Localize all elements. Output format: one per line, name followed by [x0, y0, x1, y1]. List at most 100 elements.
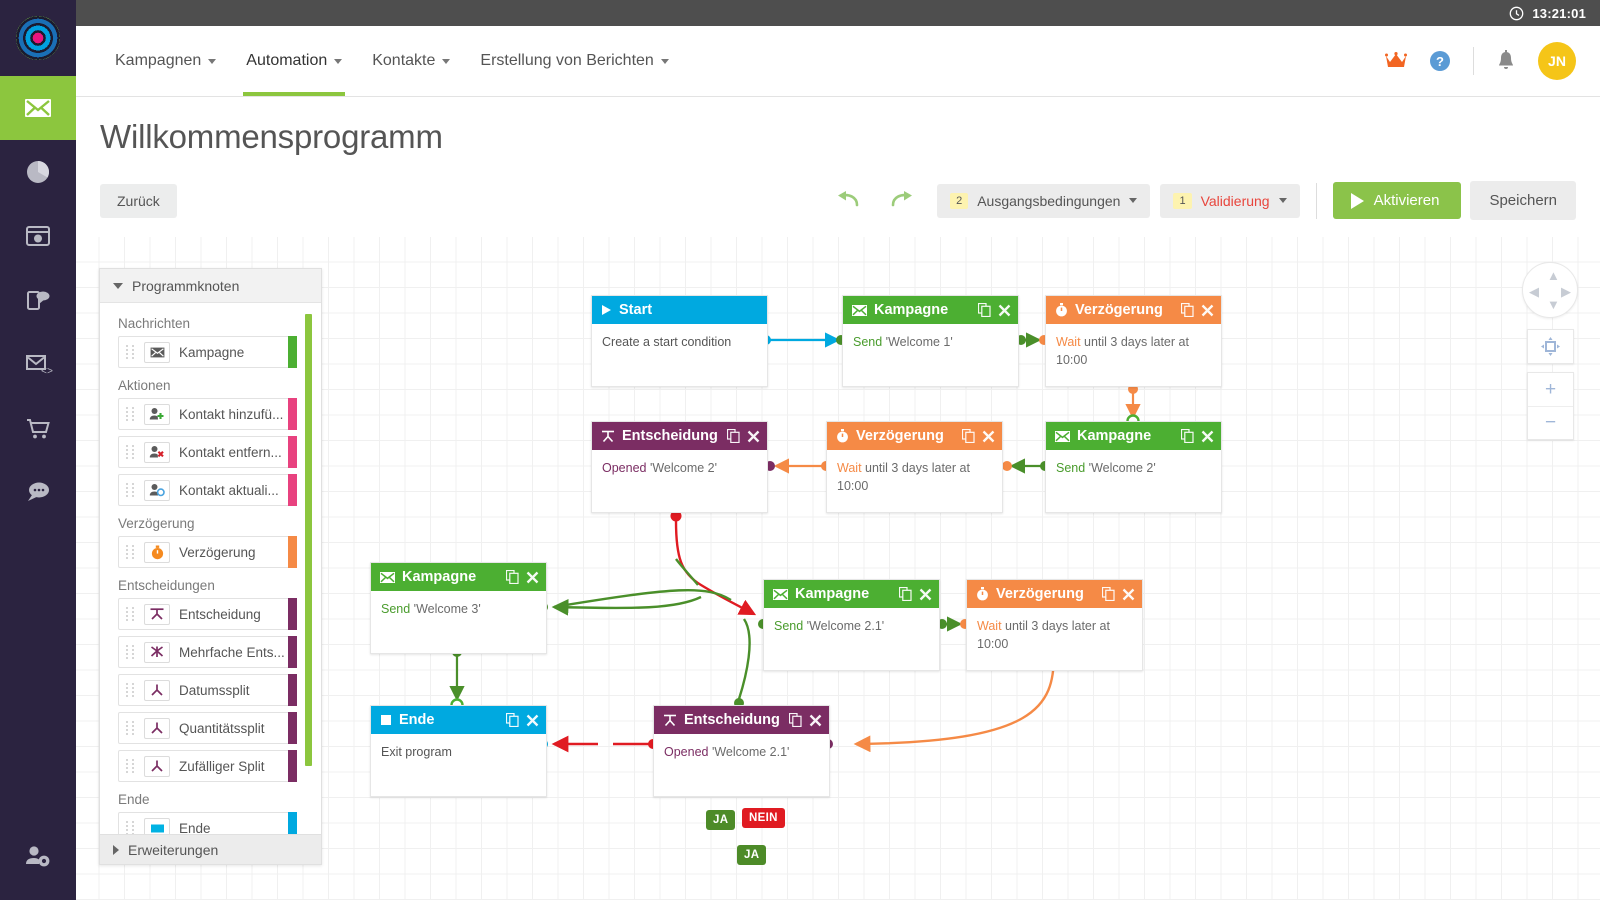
- stop-square-icon: [144, 817, 170, 834]
- palette-item-kontakt-entfernen[interactable]: Kontakt entfern...: [118, 436, 297, 468]
- validation-dropdown[interactable]: 1 Validierung: [1160, 183, 1300, 218]
- palette-item-kampagne[interactable]: Kampagne: [118, 336, 297, 368]
- palette-item-quantitaetssplit[interactable]: Quantitätssplit: [118, 712, 297, 744]
- chevron-right-icon: [113, 844, 119, 855]
- brand-logo[interactable]: [0, 0, 76, 76]
- flow-node-ende[interactable]: Ende Exit program: [370, 705, 547, 797]
- exit-conditions-dropdown[interactable]: 2 Ausgangsbedingungen: [937, 183, 1151, 218]
- nav-item-berichte[interactable]: Erstellung von Berichten: [465, 26, 683, 96]
- sidebar-item-user-settings[interactable]: [0, 824, 76, 888]
- undo-button[interactable]: [823, 183, 875, 218]
- close-icon[interactable]: [1201, 430, 1214, 443]
- nav-item-kampagnen[interactable]: Kampagnen: [100, 26, 231, 96]
- sidebar-item-transactional[interactable]: <>: [0, 332, 76, 396]
- close-icon[interactable]: [809, 714, 822, 727]
- close-icon[interactable]: [526, 571, 539, 584]
- sidebar-item-landing-pages[interactable]: [0, 204, 76, 268]
- canvas-pan-control[interactable]: ▲ ◀ ▶ ▼: [1522, 262, 1578, 318]
- close-icon[interactable]: [1122, 588, 1135, 601]
- node-body: Wait until 3 days later at 10:00: [837, 461, 970, 494]
- close-icon[interactable]: [919, 588, 932, 601]
- avatar[interactable]: JN: [1538, 42, 1576, 80]
- flow-node-kampagne-welcome-3[interactable]: Kampagne Send 'Welcome 3': [370, 562, 547, 654]
- drag-handle-icon[interactable]: [126, 407, 138, 421]
- duplicate-icon[interactable]: [962, 429, 975, 443]
- redo-arrow-icon: [891, 191, 913, 207]
- flow-node-start[interactable]: Start Create a start condition: [591, 295, 768, 387]
- zoom-out-button[interactable]: −: [1528, 406, 1573, 439]
- edge-label-nein-1[interactable]: NEIN: [742, 808, 785, 828]
- edge-label-ja-1[interactable]: JA: [706, 810, 736, 830]
- palette-scrollbar-thumb[interactable]: [305, 314, 312, 766]
- pan-down-icon[interactable]: ▼: [1547, 297, 1560, 312]
- sidebar-item-mobile-push[interactable]: [0, 268, 76, 332]
- drag-handle-icon[interactable]: [126, 345, 138, 359]
- fit-to-screen-icon[interactable]: [1528, 330, 1573, 363]
- bell-icon[interactable]: [1496, 50, 1516, 72]
- palette-extensions-section[interactable]: Erweiterungen: [100, 834, 321, 864]
- drag-handle-icon[interactable]: [126, 545, 138, 559]
- duplicate-icon[interactable]: [506, 713, 519, 727]
- sidebar-item-analytics[interactable]: [0, 140, 76, 204]
- activate-button[interactable]: Aktivieren: [1332, 182, 1462, 219]
- flow-node-kampagne-welcome-2[interactable]: Kampagne Send 'Welcome 2': [1045, 421, 1222, 513]
- flow-node-entscheidung-welcome-2-1[interactable]: Entscheidung Opened 'Welcome 2.1': [653, 705, 830, 797]
- sidebar-item-ecommerce[interactable]: [0, 396, 76, 460]
- palette-item-ende[interactable]: Ende: [118, 812, 297, 834]
- save-button[interactable]: Speichern: [1470, 181, 1576, 220]
- duplicate-icon[interactable]: [1181, 303, 1194, 317]
- automation-canvas[interactable]: JA NEIN JA NEIN Start Create a start con…: [76, 237, 1600, 900]
- drag-handle-icon[interactable]: [126, 445, 138, 459]
- close-icon[interactable]: [982, 430, 995, 443]
- duplicate-icon[interactable]: [978, 303, 991, 317]
- zoom-in-button[interactable]: +: [1528, 373, 1573, 406]
- flow-node-entscheidung-welcome-2[interactable]: Entscheidung Opened 'Welcome 2': [591, 421, 768, 513]
- node-body: Send 'Welcome 2': [1056, 461, 1156, 475]
- pan-right-icon[interactable]: ▶: [1561, 284, 1571, 300]
- drag-handle-icon[interactable]: [126, 821, 138, 834]
- close-icon[interactable]: [526, 714, 539, 727]
- flow-node-verzogerung-1[interactable]: Verzögerung Wait until 3 days later at 1…: [1045, 295, 1222, 387]
- duplicate-icon[interactable]: [1102, 587, 1115, 601]
- drag-handle-icon[interactable]: [126, 759, 138, 773]
- duplicate-icon[interactable]: [1181, 429, 1194, 443]
- duplicate-icon[interactable]: [506, 570, 519, 584]
- pan-left-icon[interactable]: ◀: [1529, 284, 1539, 300]
- flow-node-verzogerung-3[interactable]: Verzögerung Wait until 3 days later at 1…: [966, 579, 1143, 671]
- flow-node-kampagne-welcome-2-1[interactable]: Kampagne Send 'Welcome 2.1': [763, 579, 940, 671]
- duplicate-icon[interactable]: [789, 713, 802, 727]
- crown-icon[interactable]: [1385, 52, 1407, 70]
- palette-header[interactable]: Programmknoten: [100, 269, 321, 303]
- node-title: Entscheidung: [622, 428, 718, 444]
- drag-handle-icon[interactable]: [126, 721, 138, 735]
- drag-handle-icon[interactable]: [126, 483, 138, 497]
- close-icon[interactable]: [1201, 304, 1214, 317]
- canvas-fit-control[interactable]: [1527, 329, 1574, 364]
- edge-label-ja-2[interactable]: JA: [737, 845, 767, 865]
- drag-handle-icon[interactable]: [126, 683, 138, 697]
- palette-item-mehrfache-entscheidung[interactable]: Mehrfache Ents...: [118, 636, 297, 668]
- palette-item-datumssplit[interactable]: Datumssplit: [118, 674, 297, 706]
- palette-item-verzogerung[interactable]: Verzögerung: [118, 536, 297, 568]
- palette-item-kontakt-aktualisieren[interactable]: Kontakt aktuali...: [118, 474, 297, 506]
- sidebar-item-email-campaigns[interactable]: [0, 76, 76, 140]
- nav-item-automation[interactable]: Automation: [231, 26, 357, 96]
- sidebar-item-chat[interactable]: [0, 460, 76, 524]
- redo-button[interactable]: [875, 183, 927, 218]
- pan-up-icon[interactable]: ▲: [1547, 268, 1560, 283]
- help-circle-icon[interactable]: ?: [1429, 50, 1451, 72]
- flow-node-verzogerung-2[interactable]: Verzögerung Wait until 3 days later at 1…: [826, 421, 1003, 513]
- palette-item-kontakt-hinzufuegen[interactable]: Kontakt hinzufü...: [118, 398, 297, 430]
- back-button[interactable]: Zurück: [100, 184, 177, 218]
- palette-item-entscheidung[interactable]: Entscheidung: [118, 598, 297, 630]
- drag-handle-icon[interactable]: [126, 607, 138, 621]
- flow-node-kampagne-welcome-1[interactable]: Kampagne Send 'Welcome 1': [842, 295, 1019, 387]
- palette-item-zufaelliger-split[interactable]: Zufälliger Split: [118, 750, 297, 782]
- drag-handle-icon[interactable]: [126, 645, 138, 659]
- duplicate-icon[interactable]: [727, 429, 740, 443]
- close-icon[interactable]: [998, 304, 1011, 317]
- close-icon[interactable]: [747, 430, 760, 443]
- duplicate-icon[interactable]: [899, 587, 912, 601]
- nav-item-kontakte[interactable]: Kontakte: [357, 26, 465, 96]
- palette-scrollbar-track[interactable]: [305, 314, 312, 766]
